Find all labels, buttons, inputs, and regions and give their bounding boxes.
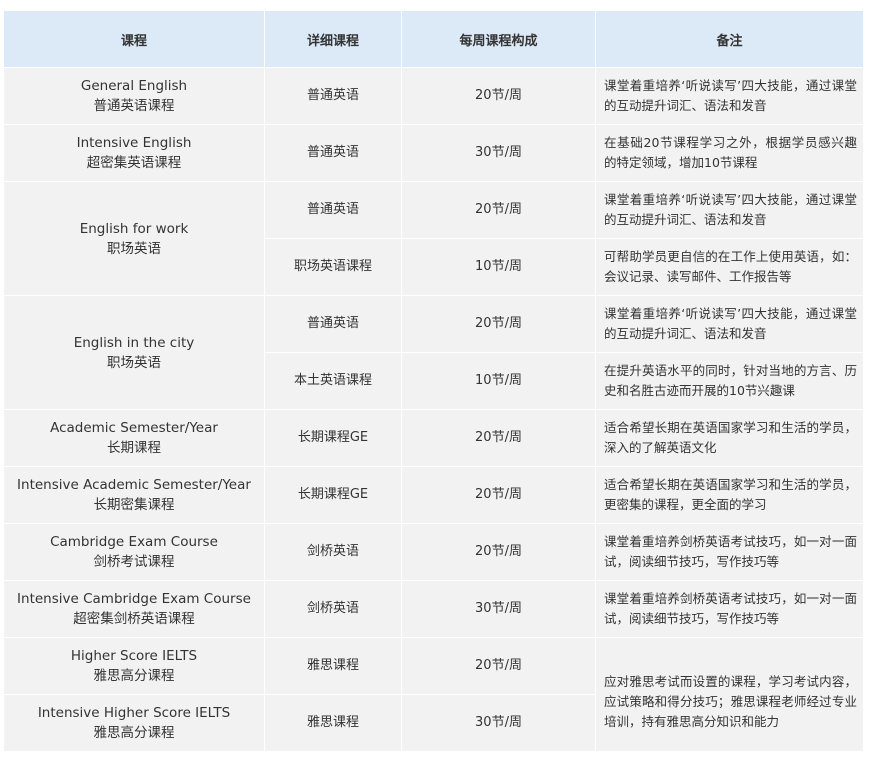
detail-cell: 剑桥英语 [265,524,402,581]
detail-cell: 职场英语课程 [265,239,402,296]
weekly-cell: 20节/周 [402,410,596,467]
note-cell: 适合希望长期在英语国家学习和生活的学员，深入的了解英语文化 [596,410,864,467]
note-cell: 可帮助学员更自信的在工作上使用英语，如：会议记录、读写邮件、工作报告等 [596,239,864,296]
course-name-en: English for work [79,220,189,237]
weekly-cell: 30节/周 [402,125,596,182]
course-name-en: General English [80,78,188,94]
course-name-en: Intensive Higher Score IELTS [37,705,231,721]
course-name-cn: 超密集英语课程 [86,155,182,171]
weekly-cell: 30节/周 [402,695,596,752]
header-weekly: 每周课程构成 [402,10,596,68]
course-name-cn: 长期密集课程 [93,497,175,513]
course-cell: Academic Semester/Year 长期课程 [4,410,265,467]
header-note: 备注 [596,10,864,68]
course-name-cn: 超密集剑桥英语课程 [73,611,195,627]
course-cell: English for work 职场英语 [4,182,265,296]
weekly-cell: 20节/周 [402,68,596,125]
detail-cell: 普通英语 [265,68,402,125]
note-cell: 课堂着重培养剑桥英语考试技巧，如一对一面试，阅读细节技巧，写作技巧等 [596,581,864,638]
note-cell: 在提升英语水平的同时，针对当地的方言、历史和名胜古迹而开展的10节兴趣课 [596,353,864,410]
detail-cell: 本土英语课程 [265,353,402,410]
course-name-cn: 职场英语 [107,354,161,371]
course-name-en: Academic Semester/Year [50,420,218,436]
weekly-cell: 20节/周 [402,467,596,524]
course-cell: Intensive Higher Score IELTS 雅思高分课程 [4,695,265,752]
weekly-cell: 20节/周 [402,296,596,353]
detail-cell: 长期课程GE [265,410,402,467]
note-cell: 在基础20节课程学习之外，根据学员感兴趣的特定领域，增加10节课程 [596,125,864,182]
course-name-en: English in the city [73,334,195,351]
course-name-en: Intensive English [76,135,192,151]
table-row: Academic Semester/Year 长期课程 长期课程GE 20节/周… [4,410,864,467]
weekly-cell: 10节/周 [402,239,596,296]
weekly-cell: 10节/周 [402,353,596,410]
header-detail: 详细课程 [265,10,402,68]
detail-cell: 长期课程GE [265,467,402,524]
detail-cell: 雅思课程 [265,638,402,695]
course-name-en: Higher Score IELTS [70,648,198,664]
detail-cell: 普通英语 [265,296,402,353]
note-cell: 应对雅思考试而设置的课程，学习考试内容，应试策略和得分技巧；雅思课程老师经过专业… [596,638,864,752]
course-table: 课程 详细课程 每周课程构成 备注 General English 普通英语课程… [4,10,864,752]
table-row: English in the city 职场英语 普通英语 20节/周 课堂着重… [4,296,864,410]
course-name-en: Intensive Academic Semester/Year [17,477,251,493]
course-cell: English in the city 职场英语 [4,296,265,410]
detail-cell: 普通英语 [265,125,402,182]
table-header-row: 课程 详细课程 每周课程构成 备注 [4,10,864,68]
course-cell: Intensive Academic Semester/Year 长期密集课程 [4,467,265,524]
course-cell: Cambridge Exam Course 剑桥考试课程 [4,524,265,581]
note-cell: 课堂着重培养剑桥英语考试技巧，如一对一面试，阅读细节技巧，写作技巧等 [596,524,864,581]
course-name-en: Cambridge Exam Course [50,534,218,550]
note-cell: 课堂着重培养‘听说读写’四大技能，通过课堂的互动提升词汇、语法和发音 [596,68,864,125]
course-cell: General English 普通英语课程 [4,68,265,125]
table-row: Intensive Academic Semester/Year 长期密集课程 … [4,467,864,524]
course-name-cn: 长期课程 [107,440,161,456]
course-name-cn: 普通英语课程 [93,98,175,114]
weekly-cell: 20节/周 [402,182,596,239]
course-name-cn: 雅思高分课程 [93,725,175,741]
course-name-cn: 雅思高分课程 [93,668,175,684]
table-row: Higher Score IELTS 雅思高分课程 雅思课程 20节/周 应对雅… [4,638,864,752]
table-row: Intensive Cambridge Exam Course 超密集剑桥英语课… [4,581,864,638]
note-cell: 课堂着重培养‘听说读写’四大技能，通过课堂的互动提升词汇、语法和发音 [596,296,864,353]
detail-cell: 雅思课程 [265,695,402,752]
detail-cell: 普通英语 [265,182,402,239]
table-row: Intensive English 超密集英语课程 普通英语 30节/周 在基础… [4,125,864,182]
header-course: 课程 [4,10,265,68]
course-cell: Intensive Cambridge Exam Course 超密集剑桥英语课… [4,581,265,638]
note-cell: 适合希望长期在英语国家学习和生活的学员，更密集的课程，更全面的学习 [596,467,864,524]
course-name-en: Intensive Cambridge Exam Course [17,591,251,607]
course-cell: Intensive English 超密集英语课程 [4,125,265,182]
course-name-cn: 职场英语 [107,240,161,257]
weekly-cell: 30节/周 [402,581,596,638]
course-cell: Higher Score IELTS 雅思高分课程 [4,638,265,695]
note-cell: 课堂着重培养‘听说读写’四大技能，通过课堂的互动提升词汇、语法和发音 [596,182,864,239]
detail-cell: 剑桥英语 [265,581,402,638]
table-row: General English 普通英语课程 普通英语 20节/周 课堂着重培养… [4,68,864,125]
weekly-cell: 20节/周 [402,638,596,695]
table-row: English for work 职场英语 普通英语 20节/周 课堂着重培养‘… [4,182,864,296]
course-name-cn: 剑桥考试课程 [93,554,175,570]
weekly-cell: 20节/周 [402,524,596,581]
table-row: Cambridge Exam Course 剑桥考试课程 剑桥英语 20节/周 … [4,524,864,581]
